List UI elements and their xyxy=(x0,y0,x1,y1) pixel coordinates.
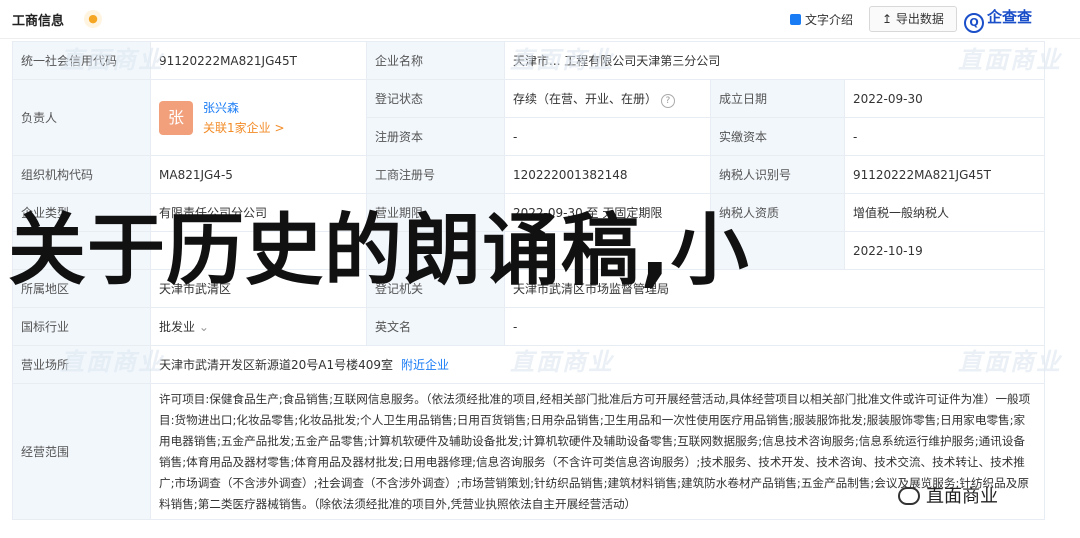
established-value: 2022-09-30 xyxy=(843,79,1046,118)
address-value: 天津市武清开发区新源道20号A1号楼409室 xyxy=(159,358,394,372)
org-code-label: 组织机构代码 xyxy=(12,155,151,194)
reg-capital-value: - xyxy=(504,117,711,156)
table-row: 组织机构代码 MA821JG4-5 工商注册号 120222001382148 … xyxy=(12,155,1046,194)
export-data-button[interactable]: ↥ 导出数据 xyxy=(869,6,957,32)
industry-value: 批发业 xyxy=(159,320,196,334)
reg-status-cell: 存续（在营、开业、在册） ? xyxy=(504,79,711,118)
help-icon[interactable]: ? xyxy=(660,93,675,108)
bell-icon[interactable]: ● xyxy=(84,10,102,28)
export-data-label: 导出数据 xyxy=(895,12,944,26)
table-row: 负责人 张张兴森关联1家企业 > 登记状态 存续（在营、开业、在册） ? 成立日… xyxy=(12,79,1046,156)
taxpayer-id-value: 91120222MA821JG45T xyxy=(843,155,1046,194)
legal-rep-cell: 张张兴森关联1家企业 > xyxy=(150,79,367,156)
approval-date-value: 2022-10-19 xyxy=(843,231,1046,270)
org-code-value: MA821JG4-5 xyxy=(150,155,367,194)
industry-label: 国标行业 xyxy=(12,307,151,346)
legal-rep-info: 张兴森关联1家企业 > xyxy=(203,98,285,138)
legal-rep-label: 负责人 xyxy=(12,79,151,156)
wechat-watermark: 直面商业 xyxy=(898,482,998,508)
reg-status-label: 登记状态 xyxy=(366,79,505,118)
qichacha-logo[interactable]: Q 企查查 xyxy=(964,6,1033,33)
taxpayer-id-label: 纳税人识别号 xyxy=(710,155,845,194)
paid-capital-value: - xyxy=(843,117,1046,156)
biz-reg-no-label: 工商注册号 xyxy=(366,155,505,194)
en-name-value: - xyxy=(503,307,1046,346)
wechat-icon xyxy=(898,487,920,505)
legal-rep-name-link[interactable]: 张兴森 xyxy=(203,101,239,115)
logo-text: 企查查 xyxy=(987,8,1033,26)
biz-reg-no-value: 120222001382148 xyxy=(504,155,711,194)
related-companies-link[interactable]: 关联1家企业 > xyxy=(203,121,285,135)
panel-header: 工商信息 ● 文字介绍 ↥ 导出数据 Q 企查查 xyxy=(0,0,1080,39)
industry-cell[interactable]: 批发业 ⌄ xyxy=(150,307,367,346)
table-row: 经营范围 许可项目:保健食品生产;食品销售;互联网信息服务。（依法须经批准的项目… xyxy=(12,383,1046,520)
document-icon xyxy=(790,14,801,25)
scope-label: 经营范围 xyxy=(12,383,151,520)
address-cell: 天津市武清开发区新源道20号A1号楼409室 附近企业 xyxy=(149,345,1046,384)
credit-code-label: 统一社会信用代码 xyxy=(12,41,151,80)
text-intro-button[interactable]: 文字介绍 xyxy=(790,11,853,28)
text-intro-label: 文字介绍 xyxy=(805,13,854,27)
taxpayer-qual-value: 增值税一般纳税人 xyxy=(843,193,1046,232)
table-row: 营业场所 天津市武清开发区新源道20号A1号楼409室 附近企业 xyxy=(12,345,1046,384)
paid-capital-label: 实缴资本 xyxy=(710,117,845,156)
en-name-label: 英文名 xyxy=(366,307,505,346)
address-label: 营业场所 xyxy=(12,345,151,384)
company-name-value: 天津市... 工程有限公司天津第三分公司 xyxy=(503,41,1046,80)
chevron-down-icon: ⌄ xyxy=(198,320,209,334)
company-name-label: 企业名称 xyxy=(366,41,505,80)
table-row: 统一社会信用代码 91120222MA821JG45T 企业名称 天津市... … xyxy=(12,41,1046,80)
wechat-label: 直面商业 xyxy=(926,486,998,507)
table-row: 国标行业 批发业 ⌄ 英文名 - xyxy=(12,307,1046,346)
credit-code-value: 91120222MA821JG45T xyxy=(150,41,367,80)
logo-q-icon: Q xyxy=(964,13,984,33)
avatar[interactable]: 张 xyxy=(159,100,193,135)
established-label: 成立日期 xyxy=(710,79,845,118)
nearby-companies-link[interactable]: 附近企业 xyxy=(401,358,449,372)
reg-status-value: 存续（在营、开业、在册） xyxy=(513,91,658,106)
overlay-headline: 关于历史的朗诵稿,小 xyxy=(8,206,750,296)
reg-capital-label: 注册资本 xyxy=(366,117,505,156)
panel-title: 工商信息 xyxy=(12,14,65,29)
